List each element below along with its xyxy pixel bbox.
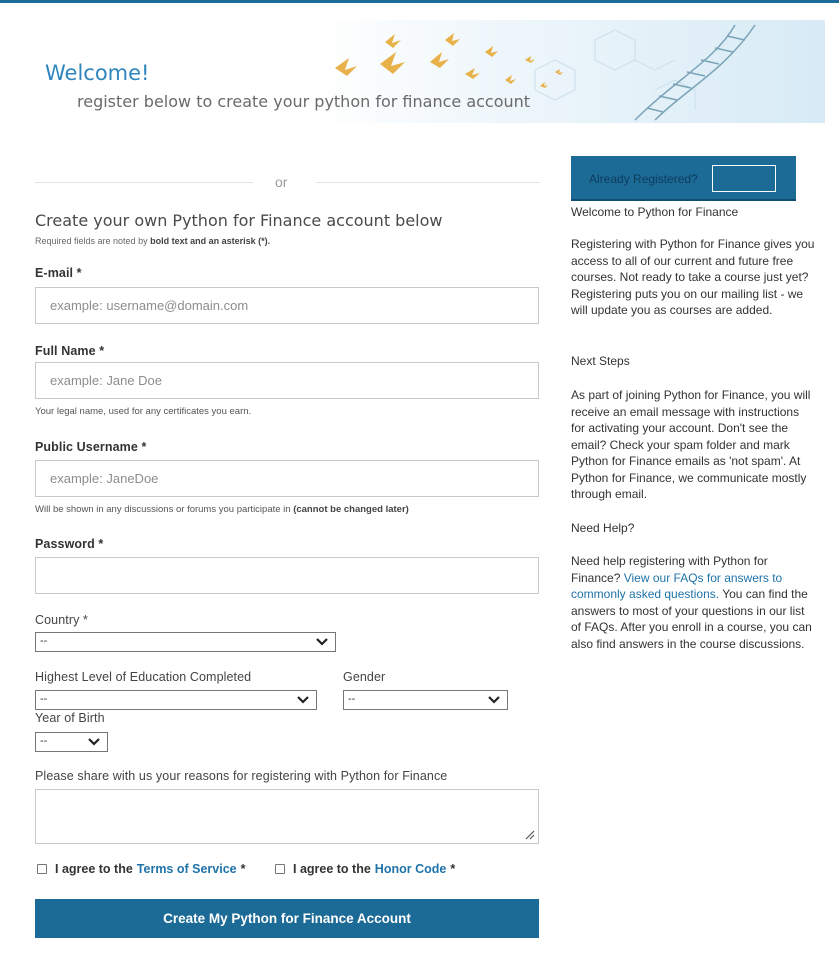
country-selected-value: -- xyxy=(40,635,48,647)
full-name-field[interactable] xyxy=(35,362,539,399)
username-hint-bold: (cannot be changed later) xyxy=(293,504,409,515)
full-name-label: Full Name * xyxy=(35,344,105,358)
password-field[interactable] xyxy=(35,557,539,594)
reasons-textarea[interactable] xyxy=(35,789,539,844)
sidebar-next-heading: Next Steps xyxy=(571,354,630,368)
welcome-heading: Welcome! xyxy=(45,61,150,85)
divider-or-text: or xyxy=(275,174,288,190)
divider-line-right xyxy=(316,182,540,183)
full-name-hint: Your legal name, used for any certificat… xyxy=(35,406,252,417)
terms-agreement: I agree to the Terms of Service * xyxy=(37,862,246,876)
terms-of-service-link[interactable]: Terms of Service xyxy=(137,862,237,876)
honor-code-link[interactable]: Honor Code xyxy=(375,862,447,876)
chevron-down-icon xyxy=(316,638,328,646)
email-label: E-mail * xyxy=(35,266,82,280)
sidebar-welcome-heading: Welcome to Python for Finance xyxy=(571,205,739,219)
welcome-tagline: register below to create your python for… xyxy=(77,92,531,111)
required-note-bold: bold text and an asterisk (*). xyxy=(150,236,271,246)
form-title: Create your own Python for Finance accou… xyxy=(35,211,443,230)
chevron-down-icon xyxy=(297,696,309,704)
chevron-down-icon xyxy=(88,738,100,746)
terms-required-mark: * xyxy=(240,862,246,876)
username-label: Public Username * xyxy=(35,440,147,454)
create-account-button[interactable]: Create My Python for Finance Account xyxy=(35,899,539,938)
country-select[interactable]: -- xyxy=(35,632,336,652)
terms-checkbox[interactable] xyxy=(37,864,47,874)
gender-selected-value: -- xyxy=(348,693,356,705)
required-note-text: Required fields are noted by xyxy=(35,236,151,246)
honor-checkbox[interactable] xyxy=(275,864,285,874)
education-select[interactable]: -- xyxy=(35,690,317,710)
gender-label: Gender xyxy=(343,670,386,684)
education-selected-value: -- xyxy=(40,693,48,705)
sidebar-help-heading: Need Help? xyxy=(571,521,635,535)
welcome-banner: Welcome! register below to create your p… xyxy=(35,20,825,123)
year-of-birth-selected-value: -- xyxy=(40,735,48,747)
username-hint: Will be shown in any discussions or foru… xyxy=(35,504,409,515)
education-label: Highest Level of Education Completed xyxy=(35,670,252,684)
country-label: Country * xyxy=(35,613,89,627)
terms-prefix: I agree to the xyxy=(55,862,133,876)
honor-required-mark: * xyxy=(450,862,456,876)
resize-grip-icon[interactable] xyxy=(525,830,535,840)
username-field[interactable] xyxy=(35,460,539,497)
already-registered-text: Already Registered? xyxy=(589,172,698,186)
divider-line-left xyxy=(35,182,253,183)
gender-select[interactable]: -- xyxy=(343,690,508,710)
password-label: Password * xyxy=(35,537,104,551)
year-of-birth-label: Year of Birth xyxy=(35,711,105,725)
username-hint-text: Will be shown in any discussions or foru… xyxy=(35,504,294,515)
sidebar-welcome-body: Registering with Python for Finance give… xyxy=(571,237,815,317)
already-registered-panel: Already Registered? xyxy=(571,156,796,201)
top-accent-rule xyxy=(0,0,839,3)
year-of-birth-select[interactable]: -- xyxy=(35,732,108,752)
sidebar-help-body: Need help registering with Python for Fi… xyxy=(571,553,816,652)
required-fields-note: Required fields are noted by bold text a… xyxy=(35,236,270,246)
sidebar-next-body: As part of joining Python for Finance, y… xyxy=(571,388,811,501)
email-field[interactable] xyxy=(35,287,539,324)
chevron-down-icon xyxy=(488,696,500,704)
honor-prefix: I agree to the xyxy=(293,862,371,876)
or-divider: or xyxy=(35,174,540,190)
login-button[interactable] xyxy=(712,165,776,192)
honor-agreement: I agree to the Honor Code * xyxy=(275,862,455,876)
reasons-label: Please share with us your reasons for re… xyxy=(35,769,448,783)
